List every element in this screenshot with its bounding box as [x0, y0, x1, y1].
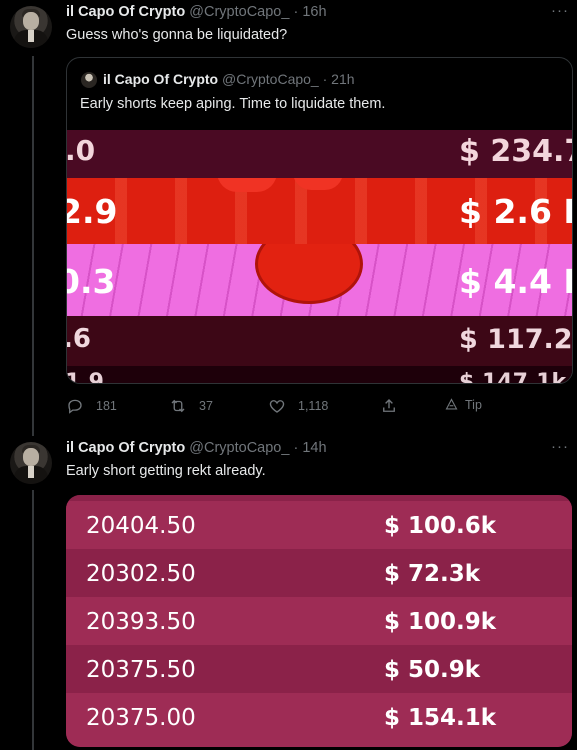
user-handle: @CryptoCapo_ [222, 71, 319, 87]
avatar[interactable] [10, 442, 52, 484]
action-bar: 181 37 1,118 Tip [66, 397, 526, 417]
heatmap-row: 2.9 $ 2.6 M [67, 178, 572, 244]
retweet-icon [171, 399, 185, 413]
amount-cell: $ 154.1k [384, 705, 497, 731]
heatmap-row: .6 $ 117.2k [67, 316, 573, 366]
price-cell: 20302.50 [86, 561, 196, 587]
tweet-header: il Capo Of Crypto @CryptoCapo_ · 16h [66, 4, 327, 20]
quote-text: Early shorts keep aping. Time to liquida… [80, 96, 386, 112]
amount-cell: $ 72.3k [384, 561, 481, 587]
share-button[interactable] [380, 397, 398, 415]
amount-label: $ 117.2k [459, 324, 573, 355]
amount-cell: $ 100.6k [384, 513, 497, 539]
amount-cell: $ 100.9k [384, 609, 497, 635]
separator-dot: · [322, 71, 328, 87]
heatmap-row: 0.3 $ 4.4 M [67, 244, 572, 316]
amount-label: $ 4.4 M [459, 262, 572, 301]
price-cell: 20375.50 [86, 657, 196, 683]
like-button[interactable]: 1,118 [268, 397, 328, 415]
amount-cell: $ 50.9k [384, 657, 481, 683]
tip-label: Tip [465, 397, 482, 412]
liquidation-table-image[interactable]: 20404.50 $ 100.6k 20302.50 $ 72.3k 20393… [66, 495, 572, 747]
table-row: 20393.50 $ 100.9k [66, 597, 572, 645]
heatmap-row: .0 $ 234.7k [67, 130, 572, 178]
share-icon [383, 399, 395, 412]
price-cell: 20375.00 [86, 705, 196, 731]
amount-label: $ 2.6 M [459, 192, 572, 231]
quote-header: il Capo Of Crypto @CryptoCapo_ · 21h [103, 71, 355, 87]
display-name: il Capo Of Crypto [103, 71, 219, 87]
price-label: 1.9 [67, 370, 104, 384]
table-row: 20375.00 $ 154.1k [66, 693, 572, 747]
liquidation-heatmap-image[interactable]: .0 $ 234.7k 2.9 $ 2.6 M 0.3 $ 4.4 M .6 $… [67, 130, 573, 384]
table-row: 20375.50 $ 50.9k [66, 645, 572, 693]
table-row: 20302.50 $ 72.3k [66, 549, 572, 597]
user-handle[interactable]: @CryptoCapo_ [189, 440, 289, 456]
timestamp: 21h [331, 71, 355, 87]
price-label: 2.9 [67, 192, 118, 231]
reply-icon [68, 399, 82, 414]
tweet-text: Early short getting rekt already. [66, 463, 266, 479]
retweet-button[interactable]: 37 [169, 397, 213, 415]
amount-label: $ 147.1k [459, 370, 567, 384]
reply-count: 181 [96, 399, 117, 413]
tip-icon [445, 398, 458, 410]
price-cell: 20404.50 [86, 513, 196, 539]
heart-icon [269, 400, 285, 413]
timestamp[interactable]: 16h [302, 4, 326, 20]
price-cell: 20393.50 [86, 609, 196, 635]
tweet-text: Guess who's gonna be liquidated? [66, 27, 288, 43]
retweet-count: 37 [199, 399, 213, 413]
more-options-icon[interactable]: ··· [551, 2, 569, 19]
amount-label: $ 234.7k [459, 134, 572, 169]
price-label: .0 [67, 134, 96, 167]
tweet-header: il Capo Of Crypto @CryptoCapo_ · 14h [66, 440, 327, 456]
heatmap-row: 1.9 $ 147.1k [67, 366, 572, 384]
price-label: 0.3 [67, 262, 116, 301]
reply-button[interactable]: 181 [66, 397, 117, 415]
tip-button[interactable]: Tip [444, 397, 482, 412]
quoted-tweet[interactable]: il Capo Of Crypto @CryptoCapo_ · 21h Ear… [66, 57, 573, 384]
like-count: 1,118 [298, 399, 329, 413]
tweet[interactable]: il Capo Of Crypto @CryptoCapo_ · 16h ···… [0, 0, 577, 430]
user-handle[interactable]: @CryptoCapo_ [189, 4, 289, 20]
avatar [81, 72, 97, 88]
separator-dot: · [293, 440, 299, 456]
table-row: 20404.50 $ 100.6k [66, 501, 572, 549]
more-options-icon[interactable]: ··· [551, 438, 569, 455]
display-name[interactable]: il Capo Of Crypto [66, 4, 185, 20]
separator-dot: · [293, 4, 299, 20]
timestamp[interactable]: 14h [302, 440, 326, 456]
display-name[interactable]: il Capo Of Crypto [66, 440, 185, 456]
price-label: .6 [67, 324, 91, 354]
avatar[interactable] [10, 6, 52, 48]
